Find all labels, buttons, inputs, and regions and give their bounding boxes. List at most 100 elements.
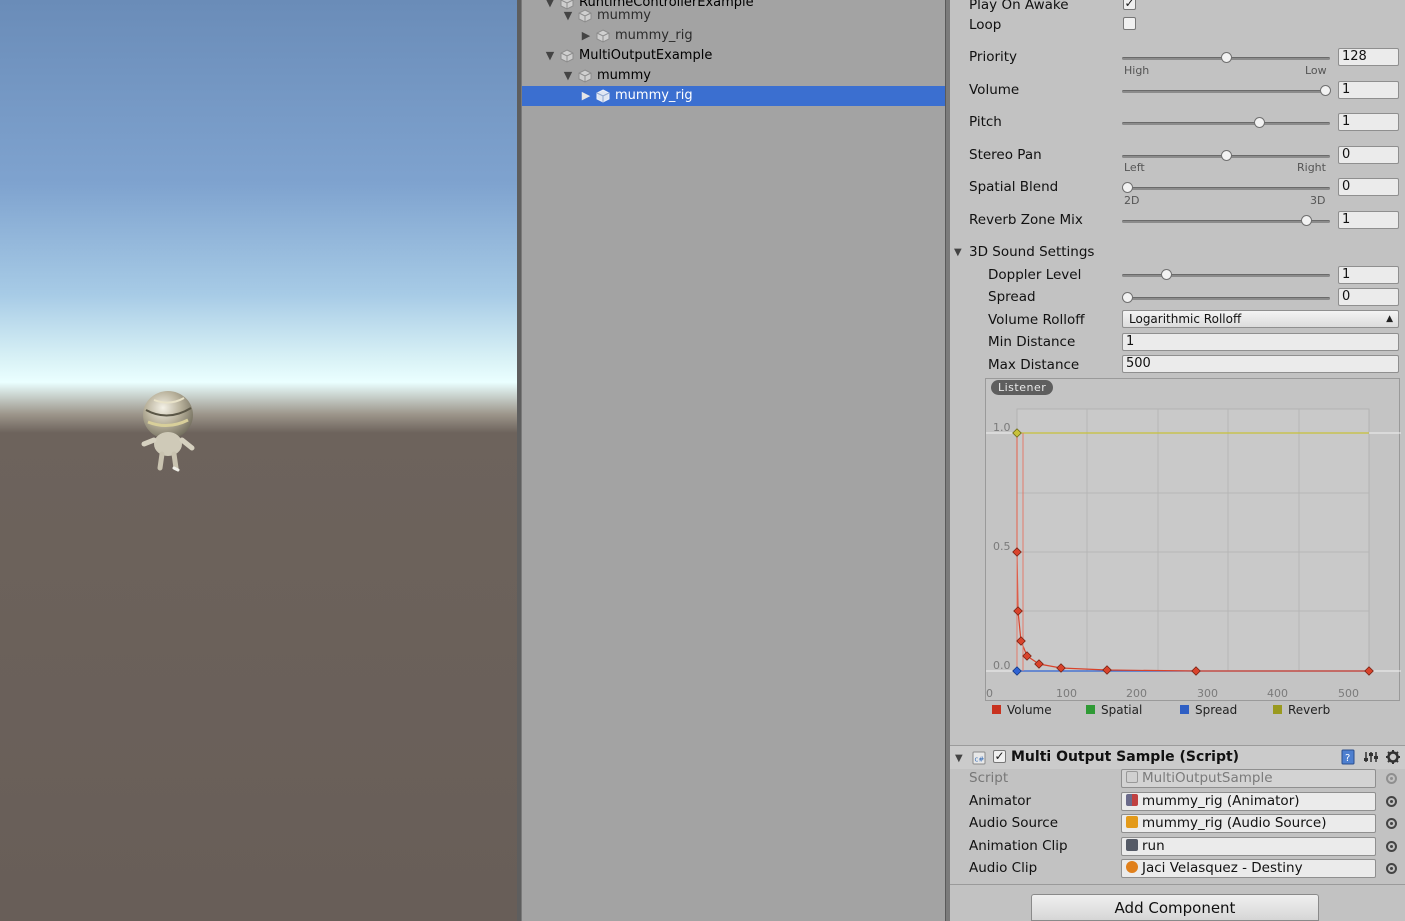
- script-label: Script: [969, 770, 1009, 786]
- component-enabled-checkbox[interactable]: ✓: [993, 750, 1006, 763]
- pitch-field[interactable]: 1: [1338, 113, 1399, 131]
- collapsed-arrow-icon[interactable]: ▶: [580, 86, 592, 106]
- collapsed-arrow-icon[interactable]: ▶: [580, 26, 592, 46]
- spatial-blend-slider[interactable]: [1122, 187, 1330, 190]
- reverb-zone-mix-slider-thumb[interactable]: [1301, 215, 1312, 226]
- priority-high-hint: High: [1124, 64, 1150, 77]
- legend-spread[interactable]: Spread: [1180, 703, 1237, 717]
- expanded-arrow-icon[interactable]: ▼: [562, 66, 574, 86]
- pitch-slider[interactable]: [1122, 122, 1330, 125]
- animation-clip-icon: [1126, 839, 1138, 851]
- legend-label: Spatial: [1101, 703, 1143, 717]
- reverb-zone-mix-slider[interactable]: [1122, 220, 1330, 223]
- doppler-level-slider[interactable]: [1122, 274, 1330, 277]
- spread-label: Spread: [988, 289, 1036, 305]
- volume-field[interactable]: 1: [1338, 81, 1399, 99]
- spatial-blend-field[interactable]: 0: [1338, 178, 1399, 196]
- y-tick-label: 0.0: [993, 659, 1011, 672]
- 3d-sound-settings-header[interactable]: 3D Sound Settings: [969, 244, 1094, 260]
- hierarchy-row[interactable]: ▼ MultiOutputExample: [522, 46, 945, 66]
- legend-spatial[interactable]: Spatial: [1086, 703, 1142, 717]
- scene-view[interactable]: [0, 0, 517, 921]
- legend-reverb[interactable]: Reverb: [1273, 703, 1330, 717]
- pitch-slider-thumb[interactable]: [1254, 117, 1265, 128]
- animator-field[interactable]: mummy_rig (Animator): [1121, 792, 1376, 811]
- hierarchy-row[interactable]: ▶ mummy_rig: [522, 26, 945, 46]
- add-component-button[interactable]: Add Component: [1031, 894, 1319, 921]
- doppler-level-field[interactable]: 1: [1338, 266, 1399, 284]
- component-foldout-arrow[interactable]: ▼: [955, 753, 963, 764]
- min-distance-field[interactable]: 1: [1122, 333, 1399, 351]
- expanded-arrow-icon[interactable]: ▼: [544, 46, 556, 66]
- y-tick-label: 1.0: [993, 421, 1011, 434]
- spread-field[interactable]: 0: [1338, 288, 1399, 306]
- loop-checkbox[interactable]: [1123, 17, 1136, 30]
- x-tick-label: 200: [1126, 687, 1147, 700]
- legend-swatch: [992, 705, 1001, 714]
- stereo-pan-left-hint: Left: [1124, 161, 1145, 174]
- gameobject-cube-icon: [596, 89, 610, 103]
- priority-label: Priority: [969, 49, 1018, 65]
- expanded-arrow-icon[interactable]: ▼: [562, 6, 574, 26]
- hierarchy-row[interactable]: ▼ mummy: [522, 66, 945, 86]
- legend-label: Spread: [1195, 703, 1238, 717]
- audio-clip-picker-icon[interactable]: [1386, 863, 1397, 874]
- x-tick-label: 500: [1338, 687, 1359, 700]
- play-on-awake-label: Play On Awake: [969, 0, 1069, 13]
- spread-slider[interactable]: [1122, 297, 1330, 300]
- mummy-character[interactable]: [130, 388, 210, 478]
- spatial-blend-slider-thumb[interactable]: [1122, 182, 1133, 193]
- legend-swatch: [1180, 705, 1189, 714]
- volume-rolloff-dropdown[interactable]: Logarithmic Rolloff ▲: [1122, 310, 1399, 328]
- audio-source-label: Audio Source: [969, 815, 1059, 831]
- stereo-pan-field[interactable]: 0: [1338, 146, 1399, 164]
- play-on-awake-checkbox[interactable]: ✓: [1123, 0, 1136, 10]
- legend-label: Reverb: [1288, 703, 1331, 717]
- hierarchy-row-label: mummy: [597, 8, 651, 23]
- x-tick-label: 100: [1056, 687, 1077, 700]
- svg-text:c#: c#: [975, 756, 985, 764]
- spatial-blend-2d-hint: 2D: [1124, 194, 1140, 207]
- stereo-pan-right-hint: Right: [1297, 161, 1326, 174]
- pitch-label: Pitch: [969, 114, 1002, 130]
- hierarchy-row[interactable]: ▶ mummy_rig: [522, 86, 945, 106]
- hierarchy-row[interactable]: ▼ mummy: [522, 6, 945, 26]
- rolloff-curve-editor[interactable]: 1.0 0.5 0.0 0 100 200 300 400 500: [985, 378, 1401, 701]
- legend-volume[interactable]: Volume: [992, 703, 1052, 717]
- doppler-level-slider-thumb[interactable]: [1161, 269, 1172, 280]
- audio-clip-value: Jaci Velasquez - Destiny: [1142, 860, 1303, 876]
- script-picker-icon: [1386, 773, 1397, 784]
- hierarchy-row-label: mummy: [597, 68, 651, 83]
- volume-slider-thumb[interactable]: [1320, 85, 1331, 96]
- csharp-script-icon: c#: [972, 751, 986, 765]
- audio-source-field[interactable]: mummy_rig (Audio Source): [1121, 814, 1376, 833]
- hierarchy-row-label: MultiOutputExample: [579, 48, 713, 63]
- x-tick-label: 400: [1267, 687, 1288, 700]
- volume-slider[interactable]: [1122, 90, 1330, 93]
- animation-clip-picker-icon[interactable]: [1386, 841, 1397, 852]
- priority-field[interactable]: 128: [1338, 48, 1399, 66]
- doppler-level-label: Doppler Level: [988, 267, 1082, 283]
- animator-picker-icon[interactable]: [1386, 796, 1397, 807]
- audio-clip-field[interactable]: Jaci Velasquez - Destiny: [1121, 859, 1376, 878]
- component-divider: [950, 884, 1405, 885]
- stereo-pan-slider-thumb[interactable]: [1221, 150, 1232, 161]
- animator-icon: [1126, 794, 1138, 806]
- x-tick-label: 300: [1197, 687, 1218, 700]
- preset-sliders-icon[interactable]: [1363, 749, 1379, 765]
- 3d-sound-foldout-arrow[interactable]: ▼: [954, 247, 962, 258]
- spatial-blend-label: Spatial Blend: [969, 179, 1059, 195]
- reverb-zone-mix-field[interactable]: 1: [1338, 211, 1399, 229]
- audio-source-picker-icon[interactable]: [1386, 818, 1397, 829]
- legend-swatch: [1086, 705, 1095, 714]
- gear-icon[interactable]: [1385, 749, 1401, 765]
- hierarchy-row-label: mummy_rig: [615, 88, 693, 103]
- hierarchy-panel: ▼ RuntimeControllerExample ▼ mummy ▶ mummy_ri…: [522, 0, 945, 921]
- reverb-zone-mix-label: Reverb Zone Mix: [969, 212, 1083, 228]
- priority-slider-thumb[interactable]: [1221, 52, 1232, 63]
- audio-clip-label: Audio Clip: [969, 860, 1038, 876]
- spread-slider-thumb[interactable]: [1122, 292, 1133, 303]
- animation-clip-field[interactable]: run: [1121, 837, 1376, 856]
- help-book-icon[interactable]: ?: [1340, 749, 1356, 765]
- max-distance-field[interactable]: 500: [1122, 355, 1399, 373]
